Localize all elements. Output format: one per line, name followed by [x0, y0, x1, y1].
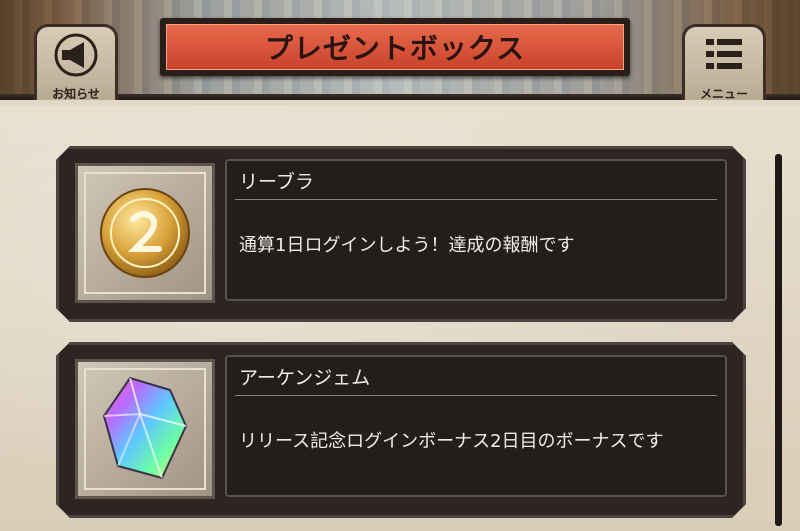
scrollbar[interactable]: [775, 154, 782, 526]
item-description: 通算1日ログインしよう！達成の報酬です: [239, 235, 575, 256]
list-menu-icon: [685, 33, 763, 88]
item-name: アーケンジェム: [239, 367, 371, 389]
page-title: プレゼントボックス: [264, 32, 526, 65]
news-button-label: お知らせ: [52, 87, 100, 101]
present-item[interactable]: リーブラ 通算1日ログインしよう！達成の報酬です: [56, 146, 746, 322]
gold-coin-icon: [97, 185, 193, 281]
megaphone-icon: [37, 33, 115, 88]
menu-button-label: メニュー: [699, 87, 748, 101]
title-banner: プレゼントボックス: [160, 18, 630, 76]
item-divider: [235, 199, 717, 200]
item-icon-frame: [75, 359, 215, 499]
item-divider: [235, 395, 717, 396]
present-item[interactable]: アーケンジェム リリース記念ログインボーナス2日目のボーナスです: [56, 342, 746, 518]
news-button[interactable]: お知らせ: [34, 24, 118, 101]
rainbow-gem-icon: [100, 374, 190, 484]
menu-button[interactable]: メニュー: [682, 24, 766, 101]
item-name: リーブラ: [239, 171, 314, 193]
item-icon-frame: [75, 163, 215, 303]
item-detail: リーブラ 通算1日ログインしよう！達成の報酬です: [225, 159, 727, 301]
item-detail: アーケンジェム リリース記念ログインボーナス2日目のボーナスです: [225, 355, 727, 497]
item-description: リリース記念ログインボーナス2日目のボーナスです: [239, 431, 664, 452]
